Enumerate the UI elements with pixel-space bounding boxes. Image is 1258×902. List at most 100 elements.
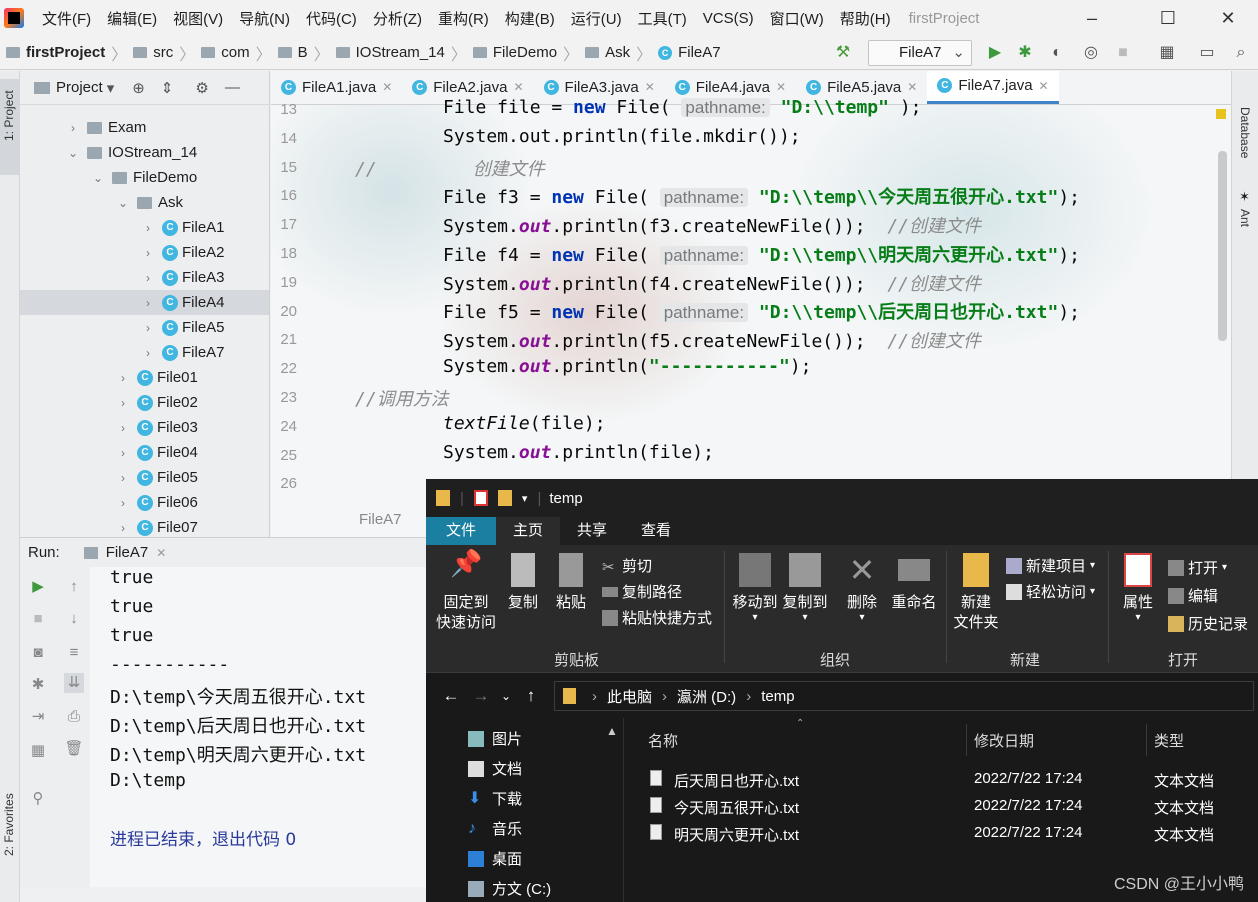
chevron-down-icon[interactable]: ▾: [107, 79, 115, 97]
locate-icon[interactable]: ⊕: [132, 79, 145, 97]
close-window-icon[interactable]: ✕: [1216, 6, 1240, 30]
tree-item[interactable]: › C FileA3: [20, 265, 269, 290]
easy-access-button[interactable]: 轻松访问 ▾: [1006, 581, 1095, 602]
console-output[interactable]: true true true ----------- D:\temp\今天周五很开心.t…: [90, 567, 430, 887]
breadcrumb-src[interactable]: src 〉: [133, 41, 201, 65]
menu-view[interactable]: 视图(V): [165, 8, 231, 29]
chevron-right-icon[interactable]: ›: [117, 496, 129, 510]
menu-window[interactable]: 窗口(W): [762, 8, 832, 29]
tree-item[interactable]: › C File03: [20, 415, 269, 440]
close-tab-icon[interactable]: ✕: [1039, 79, 1049, 93]
chevron-right-icon[interactable]: ›: [117, 421, 129, 435]
layout-icon[interactable]: ▦: [28, 741, 48, 761]
menu-help[interactable]: 帮助(H): [832, 8, 899, 29]
file-row[interactable]: 今天周五很开心.txt 2022/7/22 17:24 文本文档: [626, 793, 1258, 820]
terminal-icon[interactable]: ▭: [1196, 42, 1218, 64]
tree-item[interactable]: › C File06: [20, 490, 269, 515]
chevron-right-icon[interactable]: ›: [117, 396, 129, 410]
chevron-down-icon[interactable]: ⌄: [67, 146, 79, 160]
scroll-up-arrow-icon[interactable]: ▲: [606, 724, 618, 738]
new-folder-icon[interactable]: [497, 490, 512, 506]
edit-button[interactable]: 编辑: [1168, 585, 1218, 606]
pin-quick-access-button[interactable]: 📌 固定到 快速访问: [434, 550, 498, 633]
close-tab-icon[interactable]: ✕: [776, 80, 786, 94]
tree-item[interactable]: ⌄ FileDemo: [20, 165, 269, 190]
ribbon-tab-file[interactable]: 文件: [426, 517, 496, 545]
move-to-button[interactable]: 移动到 ▾: [730, 553, 780, 623]
ribbon-tab-home[interactable]: 主页: [496, 517, 561, 545]
editor-tab[interactable]: C FileA7.java ✕: [927, 71, 1059, 104]
menu-refactor[interactable]: 重构(R): [430, 8, 497, 29]
chevron-right-icon[interactable]: ›: [142, 321, 154, 335]
tree-item[interactable]: › C FileA4: [20, 290, 269, 315]
breadcrumb-project[interactable]: firstProject 〉: [6, 41, 133, 65]
menu-build[interactable]: 构建(B): [497, 8, 563, 29]
file-row[interactable]: 后天周日也开心.txt 2022/7/22 17:24 文本文档: [626, 766, 1258, 793]
rerun-icon[interactable]: ▶: [28, 577, 48, 597]
menu-edit[interactable]: 编辑(E): [99, 8, 165, 29]
chevron-right-icon[interactable]: ›: [117, 471, 129, 485]
tree-item[interactable]: › C File02: [20, 390, 269, 415]
tree-item[interactable]: › C FileA7: [20, 340, 269, 365]
new-item-button[interactable]: 新建项目 ▾: [1006, 555, 1095, 576]
coverage-icon[interactable]: ◐: [1046, 42, 1068, 64]
menu-tools[interactable]: 工具(T): [630, 8, 695, 29]
scroll-up-icon[interactable]: ↑: [64, 577, 84, 597]
copy-to-button[interactable]: 复制到 ▾: [780, 553, 830, 623]
nav-downloads[interactable]: ⬇ 下载: [468, 788, 522, 809]
close-tab-icon[interactable]: ✕: [513, 80, 523, 94]
minimize-icon[interactable]: –: [1080, 6, 1104, 30]
collapse-all-icon[interactable]: ⇕: [161, 79, 174, 97]
properties-button[interactable]: 属性 ▾: [1114, 553, 1162, 623]
cut-button[interactable]: ✂ 剪切: [602, 555, 652, 576]
column-type[interactable]: 类型: [1154, 730, 1184, 751]
chevron-right-icon[interactable]: ›: [142, 346, 154, 360]
editor-scrollbar[interactable]: [1218, 151, 1227, 341]
breadcrumb-filedemo[interactable]: FileDemo 〉: [472, 41, 585, 65]
chevron-right-icon[interactable]: ›: [117, 521, 129, 535]
breadcrumb-com[interactable]: com 〉: [201, 41, 277, 65]
chevron-right-icon[interactable]: ›: [117, 446, 129, 460]
tree-item[interactable]: › C File05: [20, 465, 269, 490]
tree-item[interactable]: › Exam: [20, 115, 269, 140]
breadcrumb-filea7[interactable]: C FileA7: [658, 44, 721, 61]
column-date[interactable]: 修改日期: [974, 730, 1034, 751]
up-arrow-icon[interactable]: ↑: [516, 686, 546, 706]
debug-icon[interactable]: ✱: [1014, 42, 1036, 64]
tree-item[interactable]: › C FileA5: [20, 315, 269, 340]
nav-pictures[interactable]: 图片: [468, 728, 522, 749]
copy-path-button[interactable]: 复制路径: [602, 581, 682, 602]
project-view-select[interactable]: Project: [56, 79, 103, 96]
breadcrumb-ask[interactable]: Ask 〉: [585, 41, 658, 65]
chevron-right-icon[interactable]: ›: [142, 271, 154, 285]
pin-icon[interactable]: ⚲: [28, 789, 48, 809]
ribbon-tab-view[interactable]: 查看: [624, 517, 688, 545]
file-row[interactable]: 明天周六更开心.txt 2022/7/22 17:24 文本文档: [626, 820, 1258, 847]
run-configuration-select[interactable]: FileA7 ⌄: [868, 40, 972, 66]
chevron-down-icon[interactable]: ⌄: [117, 196, 129, 210]
nav-music[interactable]: ♪ 音乐: [468, 818, 522, 839]
properties-check-icon[interactable]: [473, 490, 488, 506]
tree-item[interactable]: › C FileA2: [20, 240, 269, 265]
address-temp[interactable]: temp: [761, 688, 794, 705]
rename-button[interactable]: 重命名: [886, 553, 942, 613]
nav-desktop[interactable]: 桌面: [468, 848, 522, 869]
print-icon[interactable]: ⎙: [64, 707, 84, 727]
nav-documents[interactable]: 文档: [468, 758, 522, 779]
recent-locations-icon[interactable]: ⌄: [496, 689, 516, 703]
breadcrumb-iostream[interactable]: IOStream_14 〉: [335, 41, 473, 65]
menu-run[interactable]: 运行(U): [563, 8, 630, 29]
run-icon[interactable]: ▶: [984, 42, 1006, 64]
new-folder-button[interactable]: 新建 文件夹: [948, 553, 1004, 633]
address-bar[interactable]: › 此电脑 › 瀛洲 (D:) › temp: [554, 681, 1254, 711]
trash-icon[interactable]: 🗑: [64, 739, 84, 759]
build-hammer-icon[interactable]: ⚒: [832, 42, 854, 64]
search-everywhere-icon[interactable]: ⌕: [1230, 42, 1252, 64]
close-tab-icon[interactable]: ✕: [645, 80, 655, 94]
menu-vcs[interactable]: VCS(S): [695, 10, 762, 27]
close-tab-icon[interactable]: ✕: [907, 80, 917, 94]
back-arrow-icon[interactable]: ←: [436, 686, 466, 706]
chevron-right-icon[interactable]: ›: [142, 221, 154, 235]
scroll-to-end-icon[interactable]: ⇊: [64, 673, 84, 693]
profile-icon[interactable]: ◎: [1080, 42, 1102, 64]
